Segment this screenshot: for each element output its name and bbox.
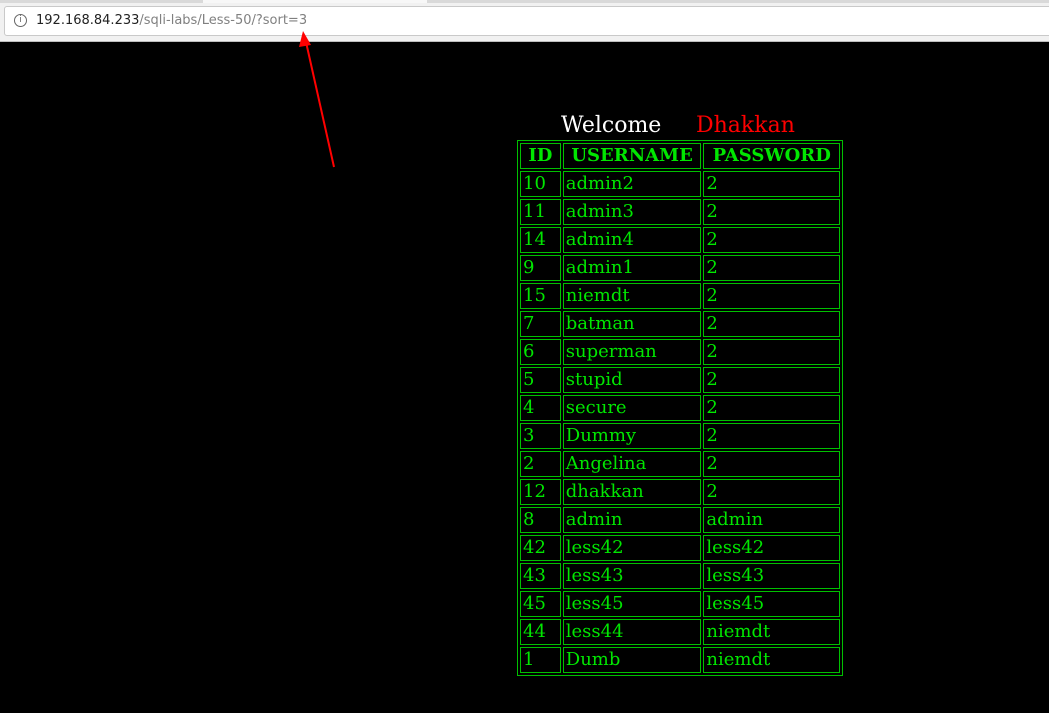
url-host: 192.168.84.233 <box>36 13 140 28</box>
cell-id: 44 <box>520 619 561 645</box>
cell-id: 12 <box>520 479 561 505</box>
cell-id: 6 <box>520 339 561 365</box>
welcome-name: Dhakkan <box>696 113 795 138</box>
cell-id: 42 <box>520 535 561 561</box>
cell-password: admin <box>703 507 840 533</box>
cell-username: less43 <box>562 563 702 589</box>
cell-username: superman <box>562 339 702 365</box>
cell-password: niemdt <box>703 619 840 645</box>
table-row: 15 niemdt 2 <box>520 283 840 309</box>
table-row: 11 admin3 2 <box>520 199 840 225</box>
cell-id: 43 <box>520 563 561 589</box>
cell-id: 9 <box>520 255 561 281</box>
cell-password: 2 <box>703 199 840 225</box>
cell-username: admin4 <box>562 227 702 253</box>
users-table: ID USERNAME PASSWORD 10 admin2 2 11 admin3 2 1… <box>517 140 843 676</box>
cell-password: 2 <box>703 283 840 309</box>
address-bar[interactable]: i 192.168.84.233/sqli-labs/Less-50/?sort… <box>4 6 1049 36</box>
table-row: 9 admin1 2 <box>520 255 840 281</box>
cell-username: less42 <box>562 535 702 561</box>
active-tab-edge[interactable] <box>203 0 427 3</box>
info-icon[interactable]: i <box>14 14 27 27</box>
cell-username: less44 <box>562 619 702 645</box>
cell-password: 2 <box>703 395 840 421</box>
cell-password: 2 <box>703 339 840 365</box>
cell-password: 2 <box>703 227 840 253</box>
page-content: Welcome Dhakkan ID USERNAME PASSWORD 10 a… <box>517 113 843 676</box>
cell-username: admin3 <box>562 199 702 225</box>
cell-password: 2 <box>703 423 840 449</box>
annotation-arrow-shaft <box>305 41 335 168</box>
cell-username: niemdt <box>562 283 702 309</box>
cell-username: stupid <box>562 367 702 393</box>
cell-id: 7 <box>520 311 561 337</box>
cell-username: admin1 <box>562 255 702 281</box>
cell-id: 3 <box>520 423 561 449</box>
table-row: 1 Dumb niemdt <box>520 647 840 673</box>
table-row: 44 less44 niemdt <box>520 619 840 645</box>
cell-id: 2 <box>520 451 561 477</box>
cell-id: 8 <box>520 507 561 533</box>
cell-password: less45 <box>703 591 840 617</box>
table-row: 5 stupid 2 <box>520 367 840 393</box>
table-row: 3 Dummy 2 <box>520 423 840 449</box>
table-header-row: ID USERNAME PASSWORD <box>520 143 840 169</box>
cell-password: 2 <box>703 367 840 393</box>
table-row: 8 admin admin <box>520 507 840 533</box>
cell-password: 2 <box>703 171 840 197</box>
header-username: USERNAME <box>562 143 702 169</box>
cell-id: 45 <box>520 591 561 617</box>
table-row: 43 less43 less43 <box>520 563 840 589</box>
cell-id: 14 <box>520 227 561 253</box>
cell-id: 15 <box>520 283 561 309</box>
welcome-banner: Welcome Dhakkan <box>517 113 843 139</box>
cell-id: 10 <box>520 171 561 197</box>
cell-username: dhakkan <box>562 479 702 505</box>
table-row: 42 less42 less42 <box>520 535 840 561</box>
cell-password: 2 <box>703 311 840 337</box>
table-row: 14 admin4 2 <box>520 227 840 253</box>
cell-username: Dummy <box>562 423 702 449</box>
cell-password: less42 <box>703 535 840 561</box>
cell-id: 4 <box>520 395 561 421</box>
table-row: 45 less45 less45 <box>520 591 840 617</box>
cell-password: less43 <box>703 563 840 589</box>
cell-username: admin <box>562 507 702 533</box>
cell-password: 2 <box>703 451 840 477</box>
table-row: 7 batman 2 <box>520 311 840 337</box>
welcome-greeting: Welcome <box>561 113 662 138</box>
cell-username: Angelina <box>562 451 702 477</box>
cell-username: less45 <box>562 591 702 617</box>
url-text[interactable]: 192.168.84.233/sqli-labs/Less-50/?sort=3 <box>36 12 307 30</box>
cell-username: admin2 <box>562 171 702 197</box>
header-id: ID <box>520 143 561 169</box>
cell-id: 1 <box>520 647 561 673</box>
header-password: PASSWORD <box>703 143 840 169</box>
tab-strip <box>0 0 1049 3</box>
table-row: 6 superman 2 <box>520 339 840 365</box>
cell-username: secure <box>562 395 702 421</box>
cell-username: Dumb <box>562 647 702 673</box>
cell-id: 5 <box>520 367 561 393</box>
table-row: 12 dhakkan 2 <box>520 479 840 505</box>
browser-toolbar: i 192.168.84.233/sqli-labs/Less-50/?sort… <box>0 0 1049 42</box>
cell-password: 2 <box>703 255 840 281</box>
cell-password: niemdt <box>703 647 840 673</box>
cell-password: 2 <box>703 479 840 505</box>
table-row: 2 Angelina 2 <box>520 451 840 477</box>
cell-username: batman <box>562 311 702 337</box>
table-row: 10 admin2 2 <box>520 171 840 197</box>
users-table-body: 10 admin2 2 11 admin3 2 14 admin4 2 9 admin1 2 15 nie… <box>520 171 840 673</box>
cell-id: 11 <box>520 199 561 225</box>
url-path: /sqli-labs/Less-50/?sort=3 <box>139 13 308 28</box>
table-row: 4 secure 2 <box>520 395 840 421</box>
